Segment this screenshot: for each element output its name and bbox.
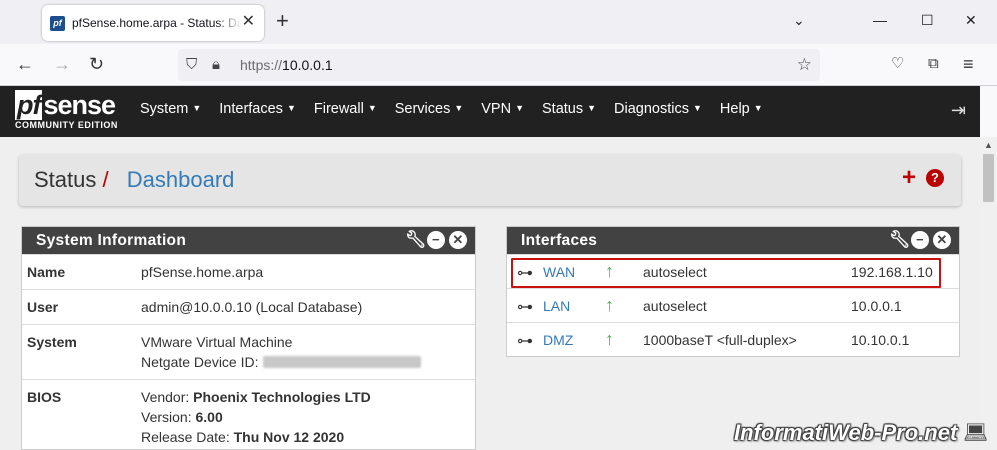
- logo-edition: COMMUNITY EDITION: [15, 120, 118, 130]
- minus-circle-icon[interactable]: −: [427, 231, 445, 249]
- menu-status[interactable]: Status ▼: [542, 101, 596, 117]
- row-label: User: [27, 299, 59, 315]
- url-text[interactable]: https://10.0.0.1: [240, 57, 333, 73]
- interface-row-lan: ⊶ LAN ↑ autoselect 10.0.0.1: [507, 288, 959, 322]
- add-widget-plus-icon[interactable]: +: [902, 166, 916, 190]
- device-id-redacted: [262, 356, 421, 368]
- page-scrollbar[interactable]: ▲: [980, 137, 997, 450]
- breadcrumb-parent: Status: [34, 167, 97, 192]
- url-scheme: https://: [240, 57, 283, 73]
- menu-vpn[interactable]: VPN ▼: [481, 101, 524, 117]
- wrench-icon[interactable]: 🔧︎: [889, 231, 911, 249]
- scroll-thumb[interactable]: [983, 154, 994, 202]
- lock-icon[interactable]: 🔒︎: [212, 56, 220, 74]
- page-content: Status / Dashboard + ? System Informatio…: [0, 137, 980, 450]
- row-value: pfSense.home.arpa: [141, 264, 264, 280]
- bios-vendor: Phoenix Technologies LTD: [193, 389, 371, 405]
- bios-version: 6.00: [195, 409, 223, 425]
- tab-title: pfSense.home.arpa - Status: Dashboard: [72, 16, 242, 30]
- row-label: BIOS: [27, 389, 62, 405]
- interface-name-link[interactable]: DMZ: [543, 332, 573, 348]
- system-information-panel: System Information 🔧︎ − ✕ Name pfSense.h…: [21, 226, 476, 450]
- arrow-up-icon: ↑: [605, 329, 614, 349]
- browser-tab[interactable]: pf pfSense.home.arpa - Status: Dashboard…: [42, 5, 264, 41]
- interface-row-wan: ⊶ WAN ↑ autoselect 192.168.1.10: [507, 254, 959, 288]
- menu-interfaces[interactable]: Interfaces ▼: [219, 101, 296, 117]
- forward-icon[interactable]: →: [53, 54, 71, 74]
- pfsense-logo[interactable]: pf sense COMMUNITY EDITION: [15, 90, 125, 133]
- extensions-icon[interactable]: ⧉: [928, 54, 939, 74]
- new-tab-icon[interactable]: +: [276, 10, 289, 32]
- minus-circle-icon[interactable]: −: [911, 231, 929, 249]
- close-window-icon[interactable]: ✕: [965, 12, 977, 28]
- back-icon[interactable]: ←: [16, 54, 34, 74]
- row-label: System: [27, 334, 77, 350]
- logout-icon[interactable]: ⇥: [951, 100, 966, 121]
- menu-firewall[interactable]: Firewall ▼: [314, 101, 377, 117]
- system-row-name: Name pfSense.home.arpa: [22, 254, 475, 289]
- favicon-icon: pf: [50, 15, 65, 31]
- highlight-box: [511, 258, 941, 288]
- pfsense-header: pf sense COMMUNITY EDITION System ▼ Interf…: [0, 86, 980, 137]
- interface-row-dmz: ⊶ DMZ ↑ 1000baseT <full-duplex> 10.10.0.…: [507, 322, 959, 356]
- interface-name-link[interactable]: LAN: [543, 298, 570, 314]
- url-host: 10.0.0.1: [282, 57, 333, 73]
- url-bar[interactable]: ⛉ 🔒︎ https://10.0.0.1 ☆: [178, 49, 820, 81]
- arrow-up-icon: ↑: [605, 295, 614, 315]
- system-row-user: User admin@10.0.0.10 (Local Database): [22, 289, 475, 324]
- interface-media: autoselect: [643, 298, 707, 314]
- interface-ip: 10.10.0.1: [851, 332, 910, 348]
- breadcrumb-current[interactable]: Dashboard: [127, 167, 235, 192]
- interfaces-panel: Interfaces 🔧︎ − ✕ ⊶ WAN ↑ autoselect 192…: [506, 226, 960, 357]
- scroll-up-icon[interactable]: ▲: [980, 137, 997, 154]
- system-row-bios: BIOS Vendor: Phoenix Technologies LTD Ve…: [22, 379, 475, 450]
- menu-system[interactable]: System ▼: [140, 101, 201, 117]
- panel-header: Interfaces 🔧︎ − ✕: [507, 227, 959, 254]
- bios-release-label: Release Date:: [141, 429, 230, 445]
- row-label: Name: [27, 264, 66, 280]
- shield-icon[interactable]: ⛉: [186, 56, 197, 74]
- close-circle-icon[interactable]: ✕: [933, 231, 951, 249]
- row-value: admin@10.0.0.10 (Local Database): [141, 299, 363, 315]
- watermark: InformatiWeb-Pro.net: [734, 420, 958, 445]
- main-menu: System ▼ Interfaces ▼ Firewall ▼ Services ▼ …: [140, 101, 781, 117]
- row-value: VMware Virtual Machine: [141, 334, 293, 350]
- tab-list-chevron-icon[interactable]: ⌄: [793, 12, 805, 28]
- interface-ip: 10.0.0.1: [851, 298, 902, 314]
- menu-help[interactable]: Help ▼: [720, 101, 763, 117]
- pocket-icon[interactable]: ♡: [891, 54, 904, 74]
- panel-header: System Information 🔧︎ − ✕: [22, 227, 475, 254]
- panel-title: System Information: [36, 232, 187, 249]
- browser-nav-bar: ← → ↻ ⛉ 🔒︎ https://10.0.0.1 ☆ ♡ ⧉ ≡: [0, 44, 997, 86]
- menu-diagnostics[interactable]: Diagnostics ▼: [614, 101, 702, 117]
- bios-vendor-label: Vendor:: [141, 389, 190, 405]
- reload-icon[interactable]: ↻: [89, 54, 104, 74]
- wrench-icon[interactable]: 🔧︎: [405, 231, 427, 249]
- network-icon: ⊶: [517, 333, 533, 350]
- network-icon: ⊶: [517, 299, 533, 316]
- breadcrumb-separator: /: [102, 167, 109, 192]
- system-row-system: System VMware Virtual Machine Netgate De…: [22, 324, 475, 379]
- browser-tab-bar: pf pfSense.home.arpa - Status: Dashboard…: [0, 0, 997, 44]
- device-id-label: Netgate Device ID:: [141, 354, 259, 370]
- interface-media: 1000baseT <full-duplex>: [643, 332, 797, 348]
- bios-version-label: Version:: [141, 409, 192, 425]
- maximize-window-icon[interactable]: ☐: [921, 12, 934, 28]
- panel-title: Interfaces: [521, 232, 598, 249]
- laptop-icon: 💻︎: [963, 422, 989, 444]
- breadcrumb: Status / Dashboard + ?: [19, 155, 961, 206]
- menu-icon[interactable]: ≡: [963, 54, 974, 74]
- close-tab-icon[interactable]: ✕: [242, 14, 255, 30]
- close-circle-icon[interactable]: ✕: [449, 231, 467, 249]
- minimize-window-icon[interactable]: —: [873, 12, 887, 28]
- bookmark-star-icon[interactable]: ☆: [797, 55, 812, 75]
- menu-services[interactable]: Services ▼: [395, 101, 464, 117]
- bios-release-date: Thu Nov 12 2020: [233, 429, 345, 445]
- help-question-icon[interactable]: ?: [926, 169, 944, 187]
